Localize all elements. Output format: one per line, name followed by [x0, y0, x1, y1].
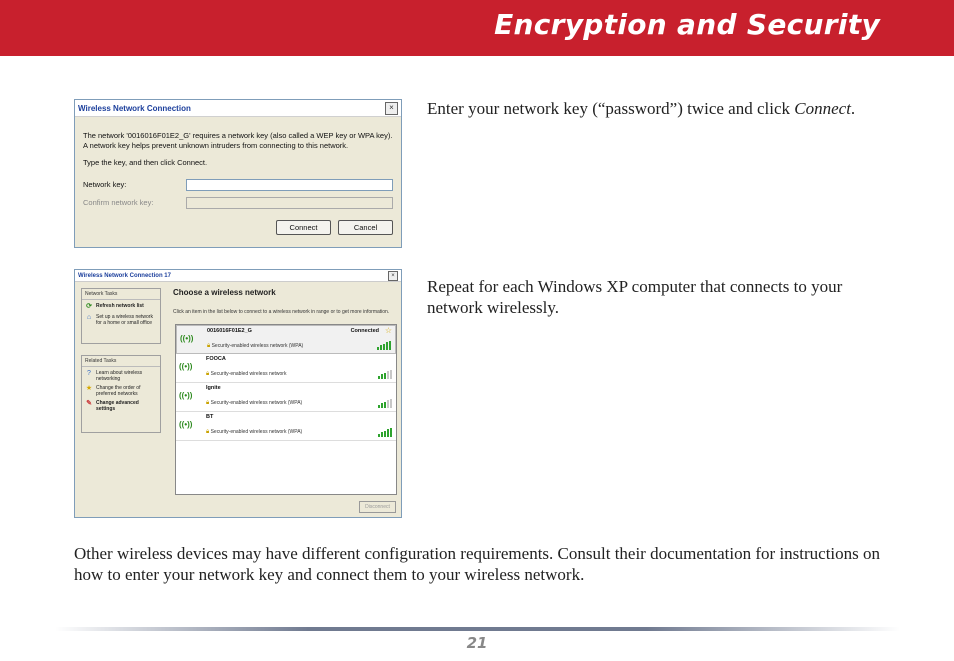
network-security: 🔒︎ Security-enabled wireless network [206, 371, 286, 378]
network-tasks-header: Network Tasks [82, 289, 160, 300]
dialog-titlebar: Wireless Network Connection × [75, 100, 401, 117]
network-tasks-panel: Network Tasks ⟳ Refresh network list ⌂ S… [81, 288, 161, 344]
instruction-paragraph-3: Other wireless devices may have differen… [74, 544, 881, 584]
choose-network-window: Wireless Network Connection 17 × Network… [74, 269, 402, 518]
signal-bar [390, 369, 392, 379]
wireless-antenna-icon: ((•)) [180, 334, 194, 343]
network-ssid: Ignite [206, 385, 221, 391]
network-key-label: Network key: [83, 180, 127, 189]
page-title: Encryption and Security [494, 8, 880, 41]
related-tasks-panel: Related Tasks ? Learn about wireless net… [81, 355, 161, 433]
help-icon: ? [87, 370, 91, 377]
disconnect-button[interactable]: Disconnect [359, 501, 396, 513]
header-banner: Encryption and Security [0, 0, 954, 56]
wireless-antenna-icon: ((•)) [179, 362, 193, 371]
advanced-label: Change advanced settings [96, 400, 139, 412]
dialog-message: The network '0016016F01E2_G' requires a … [83, 131, 393, 150]
learn-label: Learn about wireless networking [96, 370, 143, 382]
network-ssid: 0016016F01E2_G [207, 328, 252, 334]
learn-wireless-link[interactable]: ? Learn about wireless networking [82, 367, 160, 382]
setup-label: Set up a wireless network for a home or … [96, 314, 153, 326]
advanced-settings-link[interactable]: ✎ Change advanced settings [82, 397, 160, 412]
network-security-text: Security-enabled wireless network (WPA) [210, 400, 303, 406]
network-security-text: Security-enabled wireless network (WPA) [211, 343, 304, 349]
network-list-item[interactable]: ((•)) Ignite 🔒︎ Security-enabled wireles… [176, 383, 396, 412]
lock-icon: 🔒︎ [207, 343, 211, 349]
page-number: 21 [466, 634, 488, 652]
confirm-key-label: Confirm network key: [83, 198, 154, 207]
signal-bar [378, 404, 380, 408]
change-order-link[interactable]: ★ Change the order of preferred networks [82, 382, 160, 397]
signal-bar [389, 340, 391, 350]
wireless-antenna-icon: ((•)) [179, 391, 193, 400]
refresh-network-list-link[interactable]: ⟳ Refresh network list [82, 300, 160, 311]
close-icon[interactable]: × [388, 270, 398, 281]
connect-button[interactable]: Connect [276, 220, 331, 235]
signal-bar [387, 429, 389, 437]
star-icon: ★ [85, 385, 93, 392]
signal-bar [377, 346, 379, 350]
p1-connect-word: Connect [794, 99, 851, 118]
lock-icon: 🔒︎ [206, 400, 210, 406]
refresh-icon: ⟳ [86, 303, 92, 310]
signal-bar [386, 342, 388, 350]
network-security: 🔒︎ Security-enabled wireless network (WP… [206, 400, 302, 407]
signal-bar [384, 430, 386, 437]
p1-period: . [850, 99, 856, 118]
instruction-paragraph-2: Repeat for each Windows XP computer that… [427, 277, 843, 317]
confirm-key-input[interactable] [186, 197, 393, 209]
network-list-item[interactable]: ((•)) BT 🔒︎ Security-enabled wireless ne… [176, 412, 396, 441]
signal-strength-icon [378, 427, 392, 437]
settings-icon: ✎ [86, 400, 92, 407]
p1-text: Enter your network key (“password”) twic… [427, 99, 795, 118]
network-ssid: BT [206, 414, 214, 420]
lock-icon: 🔒︎ [206, 429, 210, 435]
signal-bar [387, 400, 389, 408]
signal-strength-icon [378, 369, 392, 379]
window-titlebar: Wireless Network Connection 17 × [75, 270, 401, 282]
window-title: Wireless Network Connection 17 [78, 272, 171, 279]
signal-strength-icon [377, 340, 391, 350]
network-security: 🔒︎ Security-enabled wireless network (WP… [207, 343, 303, 350]
signal-bar [384, 401, 386, 408]
setup-network-link[interactable]: ⌂ Set up a wireless network for a home o… [82, 311, 160, 326]
signal-bar [384, 372, 386, 379]
signal-bar [381, 432, 383, 437]
signal-bar [381, 374, 383, 379]
lock-icon: 🔒︎ [206, 371, 210, 377]
instruction-paragraph-1: Enter your network key (“password”) twic… [427, 98, 897, 119]
related-tasks-header: Related Tasks [82, 356, 160, 367]
refresh-label: Refresh network list [96, 303, 144, 309]
network-security-text: Security-enabled wireless network (WPA) [210, 429, 303, 435]
cancel-button[interactable]: Cancel [338, 220, 393, 235]
signal-bar [390, 398, 392, 408]
network-key-input[interactable] [186, 179, 393, 191]
order-label: Change the order of preferred networks [96, 385, 141, 397]
close-icon[interactable]: × [385, 101, 398, 115]
signal-bar [378, 375, 380, 379]
network-security-text: Security-enabled wireless network [210, 371, 287, 377]
signal-bar [390, 427, 392, 437]
signal-strength-icon [378, 398, 392, 408]
network-status: Connected [350, 328, 379, 334]
signal-bar [380, 345, 382, 350]
network-security: 🔒︎ Security-enabled wireless network (WP… [206, 429, 302, 436]
signal-bar [383, 343, 385, 350]
wireless-antenna-icon: ((•)) [179, 420, 193, 429]
network-ssid: FOOCA [206, 356, 226, 362]
setup-network-icon: ⌂ [86, 314, 92, 321]
signal-bar [378, 433, 380, 437]
footer-divider [55, 627, 900, 631]
network-list-item[interactable]: ((•)) 0016016F01E2_G 🔒︎ Security-enabled… [176, 325, 396, 354]
signal-bar [381, 403, 383, 408]
preferred-star-icon: ☆ [384, 326, 392, 335]
network-key-dialog: Wireless Network Connection × The networ… [74, 99, 402, 248]
signal-bar [387, 371, 389, 379]
dialog-instruction: Type the key, and then click Connect. [83, 158, 208, 167]
network-list-item[interactable]: ((•)) FOOCA 🔒︎ Security-enabled wireless… [176, 354, 396, 383]
choose-network-description: Click an item in the list below to conne… [173, 309, 390, 315]
choose-network-heading: Choose a wireless network [173, 288, 276, 297]
dialog-title: Wireless Network Connection [78, 103, 191, 113]
